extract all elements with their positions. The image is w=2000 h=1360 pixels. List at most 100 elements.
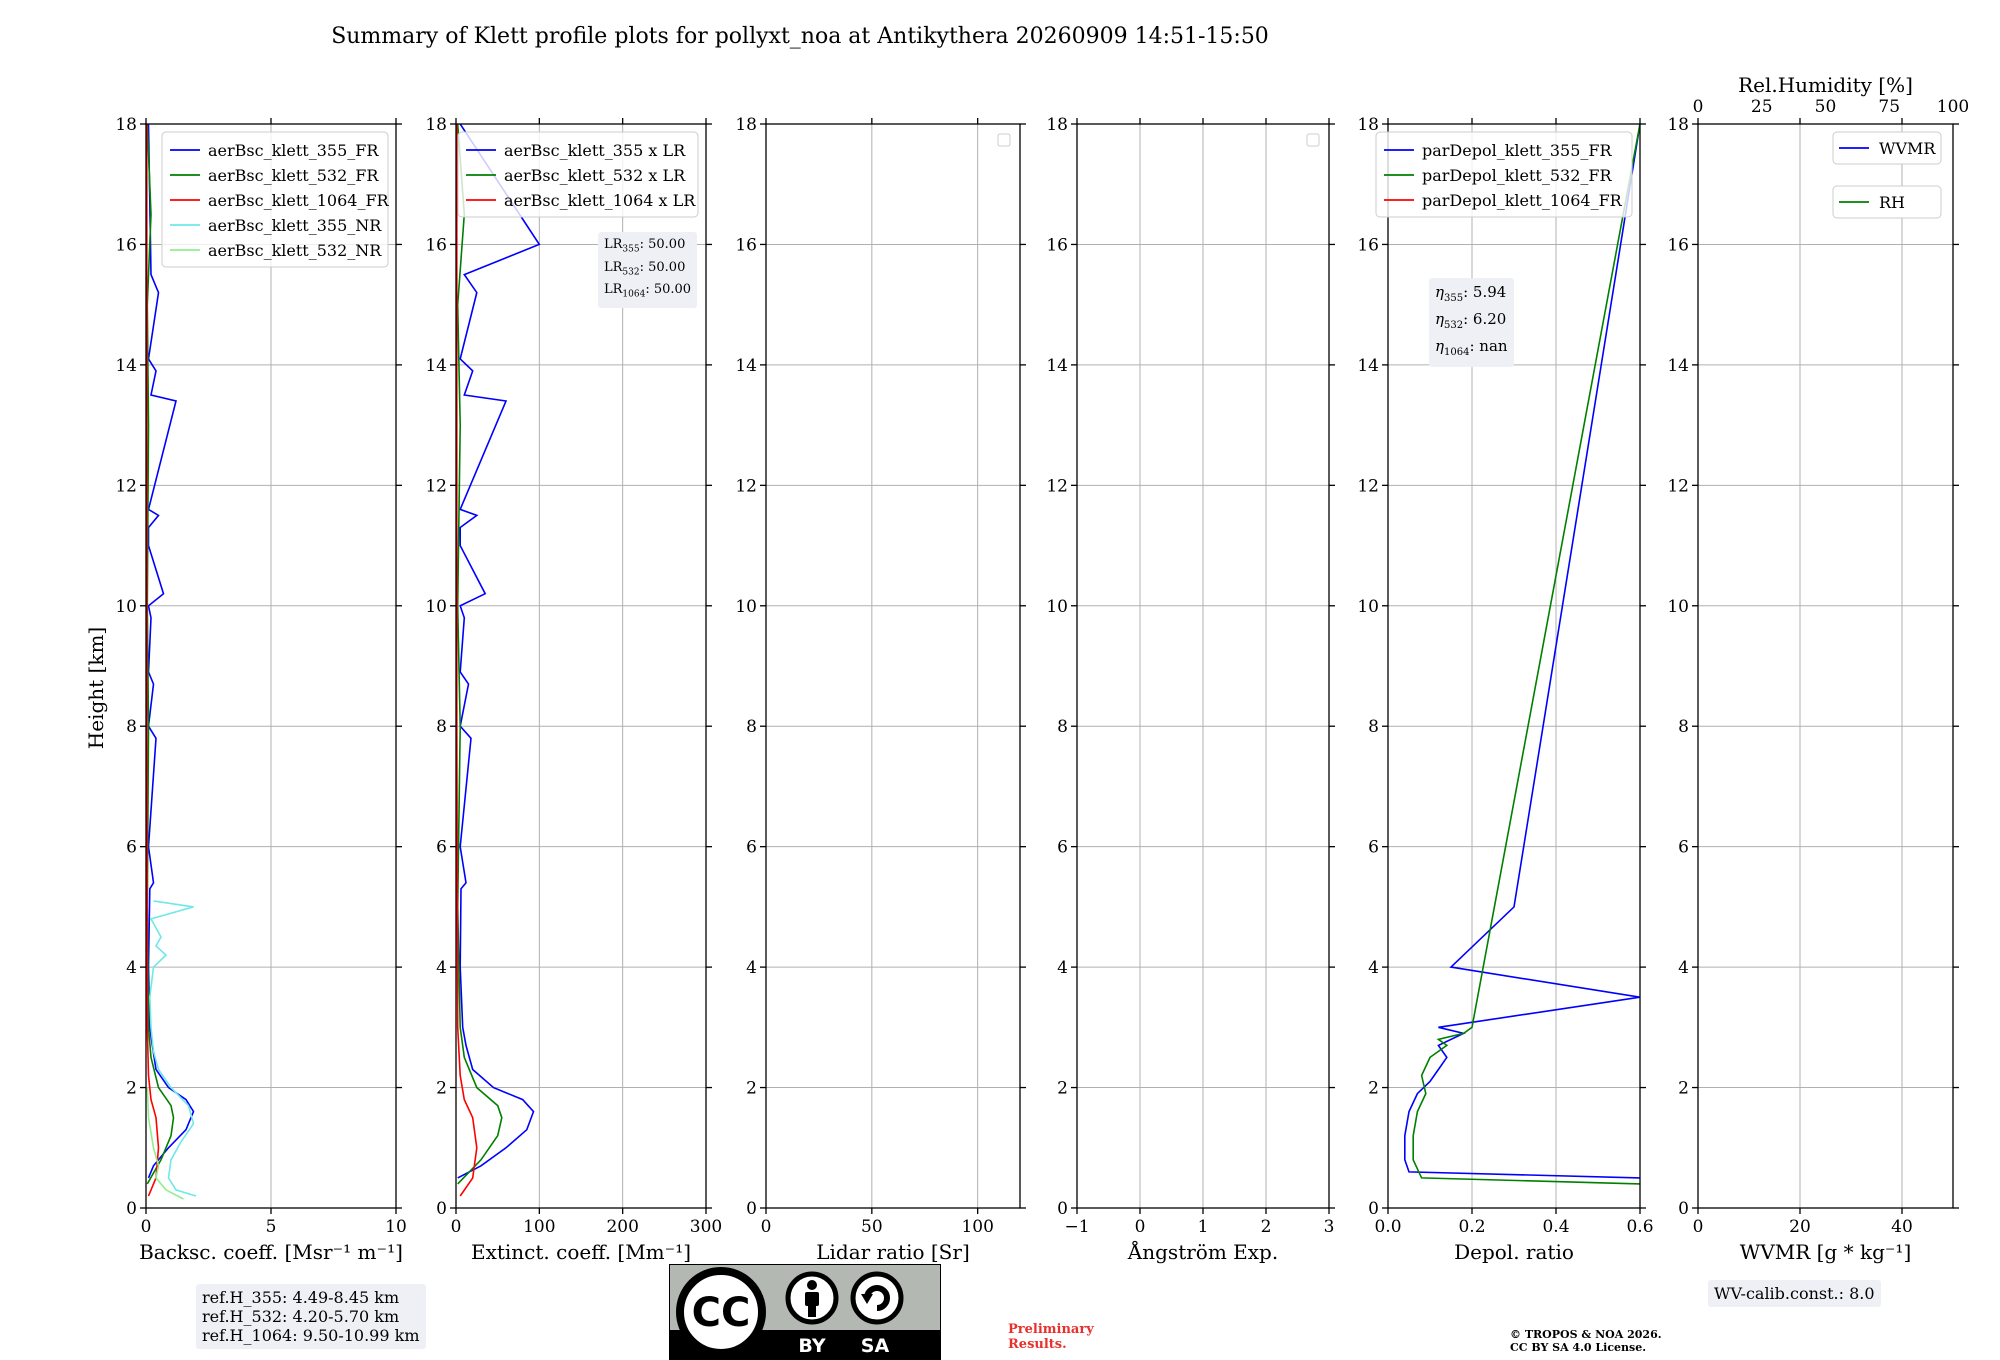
x-tick-label: 2 (1261, 1217, 1272, 1237)
y-tick-label: 2 (436, 1079, 447, 1099)
y-tick-label: 10 (425, 597, 447, 617)
empty-legend-box (997, 133, 1011, 147)
empty-legend-box (1306, 133, 1320, 147)
top-x-tick-label: 50 (1815, 97, 1837, 117)
x-axis-label: Ångström Exp. (1127, 1239, 1278, 1264)
copyright-note: © TROPOS & NOA 2026. CC BY SA 4.0 Licens… (1510, 1328, 1662, 1354)
legend-label: aerBsc_klett_532 x LR (504, 166, 686, 185)
x-tick-label: 20 (1789, 1217, 1811, 1237)
axes-frame (765, 123, 1021, 1209)
series-line-aerBsc_klett_355_FR (147, 124, 195, 1179)
y-tick-label: 2 (746, 1079, 757, 1099)
x-tick-label: 100 (961, 1217, 993, 1237)
y-tick-label: 18 (425, 115, 447, 135)
y-tick-label: 12 (1667, 476, 1689, 496)
y-tick-label: 6 (1368, 838, 1379, 858)
y-tick-label: 14 (735, 356, 757, 376)
x-tick-label: 0.6 (1626, 1217, 1653, 1237)
y-tick-label: 2 (1678, 1079, 1689, 1099)
y-tick-label: 6 (1057, 838, 1068, 858)
y-tick-label: 6 (126, 838, 137, 858)
y-tick-label: 10 (1667, 597, 1689, 617)
y-tick-label: 10 (115, 597, 137, 617)
x-tick-label: 40 (1891, 1217, 1913, 1237)
x-tick-label: 0.2 (1458, 1217, 1485, 1237)
x-tick-label: 0 (761, 1217, 772, 1237)
y-tick-label: 14 (1357, 356, 1379, 376)
y-tick-label: 0 (1678, 1199, 1689, 1219)
top-x-tick-label: 100 (1937, 97, 1969, 117)
cc-sa-text: SA (861, 1335, 890, 1357)
y-tick-label: 0 (1057, 1199, 1068, 1219)
y-tick-label: 10 (735, 597, 757, 617)
y-tick-label: 8 (1057, 717, 1068, 737)
preliminary-results-note: Preliminary Results. (1008, 1322, 1094, 1352)
lr355-value: 50.00 (648, 237, 686, 252)
y-tick-label: 4 (436, 958, 447, 978)
y-tick-label: 10 (1357, 597, 1379, 617)
x-tick-label: 0 (1135, 1217, 1146, 1237)
legend-label: aerBsc_klett_355_NR (208, 216, 382, 235)
reference-height-box: ref.H_355: 4.49-8.45 km ref.H_532: 4.20-… (196, 1284, 426, 1349)
y-tick-label: 8 (126, 717, 137, 737)
refh-1064: ref.H_1064: 9.50-10.99 km (202, 1326, 420, 1345)
y-tick-label: 8 (1368, 717, 1379, 737)
y-tick-label: 6 (436, 838, 447, 858)
legend-label: aerBsc_klett_532_FR (208, 166, 379, 185)
y-tick-label: 10 (1046, 597, 1068, 617)
y-tick-label: 6 (1678, 838, 1689, 858)
y-tick-label: 2 (1368, 1079, 1379, 1099)
cc-text: CC (692, 1290, 751, 1336)
x-tick-label: 100 (523, 1217, 555, 1237)
top-x-tick-label: 25 (1751, 97, 1773, 117)
y-tick-label: 12 (425, 476, 447, 496)
refh-355: ref.H_355: 4.49-8.45 km (202, 1288, 400, 1307)
panel-lidar_ratio: 0 2 4 6 8 10 12 14 16 18 0 50 100 Lidar ratio [Sr] (735, 115, 1026, 1264)
y-tick-label: 4 (1678, 958, 1689, 978)
person-icon (785, 1271, 839, 1325)
y-tick-label: 0 (1368, 1199, 1379, 1219)
y-tick-label: 0 (126, 1199, 137, 1219)
y-tick-label: 18 (1357, 115, 1379, 135)
cc-by-text: BY (798, 1335, 825, 1357)
top-x-tick-label: 75 (1878, 97, 1900, 117)
legend-label: parDepol_klett_532_FR (1422, 166, 1613, 185)
x-tick-label: 1 (1198, 1217, 1209, 1237)
lr532-value: 50.00 (648, 259, 686, 275)
x-axis-label: Extinct. coeff. [Mm⁻¹] (471, 1240, 691, 1264)
y-tick-label: 16 (425, 235, 447, 255)
lr1064-row: LR1064: 50.00 (604, 282, 692, 300)
lidar-ratio-box: LR355: 50.00 LR532: 50.00 LR1064: 50.00 (598, 232, 698, 308)
figure: Summary of Klett profile plots for polly… (84, 24, 1969, 1264)
y-tick-label: 16 (115, 235, 137, 255)
y-tick-label: 12 (1046, 476, 1068, 496)
eta-box: η355: 5.94 η532: 6.20 η1064: nan (1429, 278, 1514, 367)
y-tick-label: 16 (735, 235, 757, 255)
y-tick-label: 18 (1046, 115, 1068, 135)
legend-label: aerBsc_klett_355_FR (208, 141, 379, 160)
y-tick-label: 4 (746, 958, 757, 978)
y-tick-label: 12 (735, 476, 757, 496)
x-tick-label: 200 (606, 1217, 638, 1237)
series-line-aerBsc_klett_355_NR (148, 900, 197, 1197)
lr1064-value: 50.00 (653, 282, 692, 298)
y-axis-label: Height [km] (84, 627, 108, 749)
legend-label: parDepol_klett_1064_FR (1422, 191, 1623, 210)
x-axis-label: Backsc. coeff. [Msr⁻¹ m⁻¹] (139, 1240, 403, 1264)
y-tick-label: 14 (425, 356, 447, 376)
x-axis-label: Lidar ratio [Sr] (816, 1240, 970, 1264)
y-tick-label: 18 (115, 115, 137, 135)
eta355-row: η355: 5.94 (1435, 283, 1507, 304)
y-tick-label: 12 (1357, 476, 1379, 496)
y-tick-label: 2 (1057, 1079, 1068, 1099)
panel-angstrom: 024681012141618−1 0 1 2 3Ångström Exp. (1046, 115, 1335, 1264)
y-tick-label: 16 (1357, 235, 1379, 255)
legend-label: aerBsc_klett_1064_FR (208, 191, 390, 210)
y-tick-label: 6 (746, 838, 757, 858)
eta532-value: 6.20 (1472, 310, 1507, 328)
legend-label: aerBsc_klett_532_NR (208, 241, 382, 260)
series-line-aerBsc_klett_355 x LR (457, 124, 541, 1179)
y-tick-label: 0 (746, 1199, 757, 1219)
x-tick-label: 50 (861, 1217, 883, 1237)
y-tick-label: 14 (115, 356, 137, 376)
